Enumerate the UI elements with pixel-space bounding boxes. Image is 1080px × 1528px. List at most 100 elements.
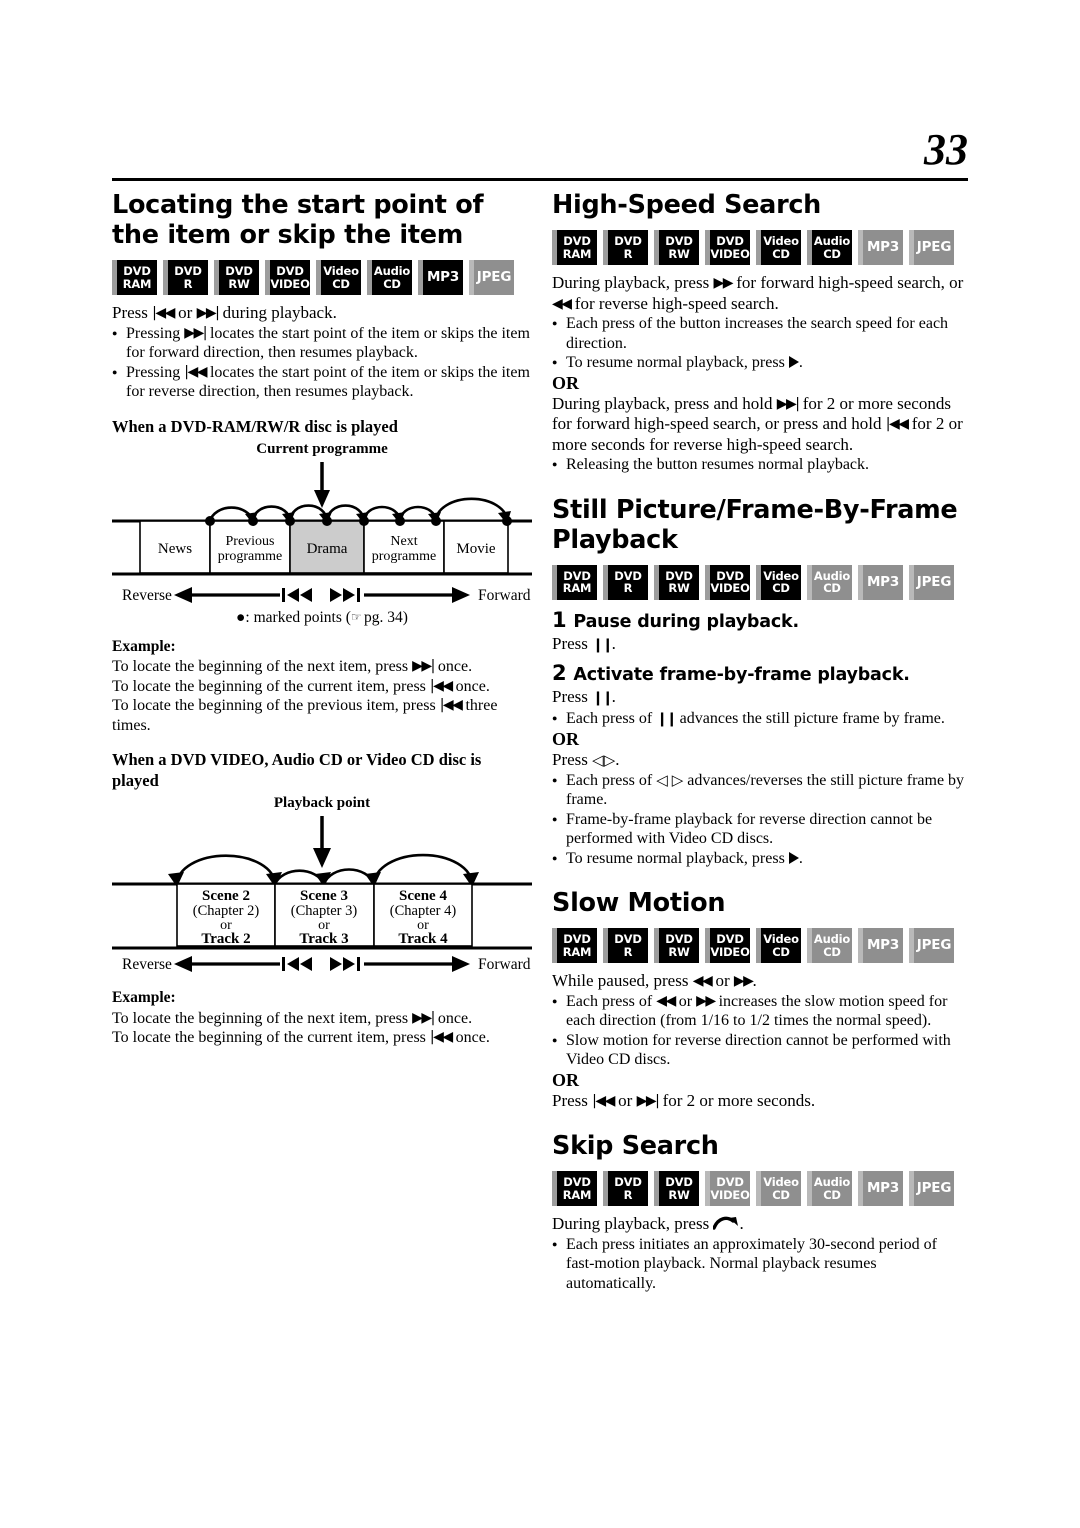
bullet-reverse: Pressing |◀◀ locates the start point of …: [112, 363, 532, 402]
rewind-skip-icon: |◀◀: [592, 1092, 615, 1109]
locating-bullets: Pressing ▶▶| locates the start point of …: [112, 324, 532, 402]
disc-line1: Audio: [813, 234, 851, 248]
disc-icon-row-skip-search: DVD RAM DVD R DVD RW DVD VIDEO Video CD Audio…: [552, 1171, 968, 1206]
step-number: 2: [552, 661, 567, 685]
bullet-speed-step: Each press of ◀◀ or ▶▶ increases the slo…: [552, 992, 968, 1031]
press-tail: .: [611, 687, 616, 706]
line-pre: To locate the beginning of the next item…: [112, 1009, 409, 1027]
disc-line2: VIDEO: [710, 246, 750, 261]
disc-line1: DVD: [665, 932, 693, 946]
disc-line2: JPEG: [916, 573, 952, 590]
figure-dvd-ram-timeline: Current programme News Previous programm…: [112, 441, 532, 627]
still-picture-bullet-1: Each press of ❙❙ advances the still pict…: [552, 709, 968, 730]
left-column: Locating the start point of the item or …: [112, 190, 532, 1048]
disc-icon-audio-cd: Audio CD: [807, 230, 852, 265]
svg-text:Scene 4: Scene 4: [399, 888, 447, 904]
disc-line1: Audio: [373, 264, 411, 278]
disc-line1: DVD: [276, 264, 304, 278]
disc-line2: RAM: [562, 581, 592, 595]
line-post: once.: [455, 1029, 490, 1046]
still-picture-press-arrows: Press ◁▷.: [552, 750, 968, 771]
svg-text:Track 2: Track 2: [201, 931, 250, 947]
disc-icon-video-cd: Video CD: [756, 230, 801, 265]
disc-icon-dvd-video: DVD VIDEO: [705, 1171, 750, 1206]
disc-icon-dvd-ram: DVD RAM: [112, 260, 157, 295]
bullet-30-second: Each press initiates an approximately 30…: [552, 1235, 968, 1294]
step-text: Activate frame-by-frame playback.: [573, 665, 910, 685]
high-speed-bullets: Each press of the button increases the s…: [552, 314, 968, 373]
disc-icon-mp3: MP3: [418, 260, 463, 295]
example1-line3: To locate the beginning of the previous …: [112, 696, 532, 735]
disc-line2: RW: [668, 944, 690, 959]
disc-icon-audio-cd: Audio CD: [367, 260, 412, 295]
pause-icon: ❙❙: [592, 636, 614, 653]
example2-line2: To locate the beginning of the current i…: [112, 1028, 532, 1048]
disc-icon-row-high-speed: DVD RAM DVD R DVD RW DVD VIDEO Video CD Audio…: [552, 230, 968, 265]
bullet-b: or: [678, 992, 693, 1010]
rewind-skip-icon: |◀◀: [429, 677, 453, 694]
right-arrow-icon: ▷: [671, 770, 684, 789]
disc-line1: DVD: [614, 932, 642, 946]
bullet-video-cd-limit: Frame-by-frame playback for reverse dire…: [552, 810, 968, 849]
slow-motion-hold-instruction: Press |◀◀ or ▶▶| for 2 or more seconds.: [552, 1091, 968, 1112]
svg-text:(Chapter 3): (Chapter 3): [291, 903, 358, 919]
disc-line2: RW: [228, 276, 250, 291]
svg-text:Reverse: Reverse: [122, 587, 172, 604]
press-label: Press: [552, 687, 588, 706]
svg-text:Forward: Forward: [478, 587, 531, 604]
disc-line1: DVD: [716, 932, 744, 946]
disc-icon-audio-cd: Audio CD: [807, 1171, 852, 1206]
svg-text:Reverse: Reverse: [122, 956, 172, 973]
disc-line1: DVD: [563, 234, 591, 248]
disc-icon-mp3: MP3: [858, 564, 903, 600]
page-number: 33: [924, 125, 968, 174]
forward-skip-icon: ▶▶|: [412, 1009, 435, 1026]
disc-icon-dvd-r: DVD R: [603, 230, 648, 265]
disc-line2: RAM: [122, 276, 152, 291]
subheading-dvd-video-audio-video-cd: When a DVD VIDEO, Audio CD or Video CD d…: [112, 750, 482, 790]
note-text: : marked points (: [245, 608, 351, 626]
disc-icon-row-locating: DVD RAM DVD R DVD RW DVD VIDEO Video CD Audio…: [112, 260, 532, 295]
fast-forward-icon: ▶▶: [733, 973, 754, 989]
line-pre: To locate the beginning of the current i…: [112, 677, 426, 695]
play-icon: [788, 851, 799, 864]
pressing-label: Pressing: [126, 324, 181, 342]
disc-line2: VIDEO: [710, 944, 750, 959]
disc-icon-dvd-video: DVD VIDEO: [265, 260, 310, 295]
right-arrow-icon: ▷: [603, 751, 616, 769]
disc-icon-dvd-ram: DVD RAM: [552, 564, 597, 600]
disc-icon-jpeg: JPEG: [909, 928, 954, 963]
instruction-tail: during playback.: [222, 303, 337, 322]
svg-text:Movie: Movie: [456, 541, 496, 557]
forward-skip-icon: ▶▶|: [776, 395, 800, 412]
svg-text:News: News: [158, 541, 192, 557]
section-title-slow-motion: Slow Motion: [552, 888, 726, 918]
left-arrow-icon: ◁: [592, 751, 604, 769]
disc-line1: Video: [763, 234, 799, 248]
page-title: Locating the start point of the item or …: [112, 190, 484, 250]
disc-line2: R: [183, 276, 193, 291]
bullet-tail: .: [798, 354, 803, 371]
figure1-direction-bar: Reverse Forward: [122, 586, 531, 604]
svg-text:Drama: Drama: [307, 541, 348, 557]
press-label: Press: [552, 633, 588, 653]
disc-line1: DVD: [614, 234, 642, 248]
bullet-resume: To resume normal playback, press .: [552, 353, 968, 373]
disc-line1: DVD: [123, 264, 151, 278]
step-1-press: Press ❙❙.: [552, 634, 968, 656]
press-label: Press: [112, 303, 148, 322]
disc-icon-dvd-rw: DVD RW: [654, 230, 699, 265]
disc-line1: DVD: [614, 1175, 642, 1189]
disc-icon-dvd-r: DVD R: [603, 1171, 648, 1206]
disc-icon-video-cd: Video CD: [316, 260, 361, 295]
press-tail: .: [615, 750, 620, 769]
disc-icon-audio-cd: Audio CD: [807, 564, 852, 600]
section-title-still-picture: Still Picture/Frame-By-Frame Playback: [552, 494, 958, 555]
forward-skip-icon: ▶▶|: [412, 658, 435, 674]
press-tail: .: [739, 1214, 744, 1233]
disc-icon-dvd-video: DVD VIDEO: [705, 230, 750, 265]
line-pre: To locate the beginning of the previous …: [112, 697, 436, 714]
rewind-skip-icon: |◀◀: [184, 363, 207, 380]
disc-icon-row-slow-motion: DVD RAM DVD R DVD RW DVD VIDEO Video CD Audio…: [552, 928, 968, 963]
instruction-a: While paused, press: [552, 971, 689, 990]
